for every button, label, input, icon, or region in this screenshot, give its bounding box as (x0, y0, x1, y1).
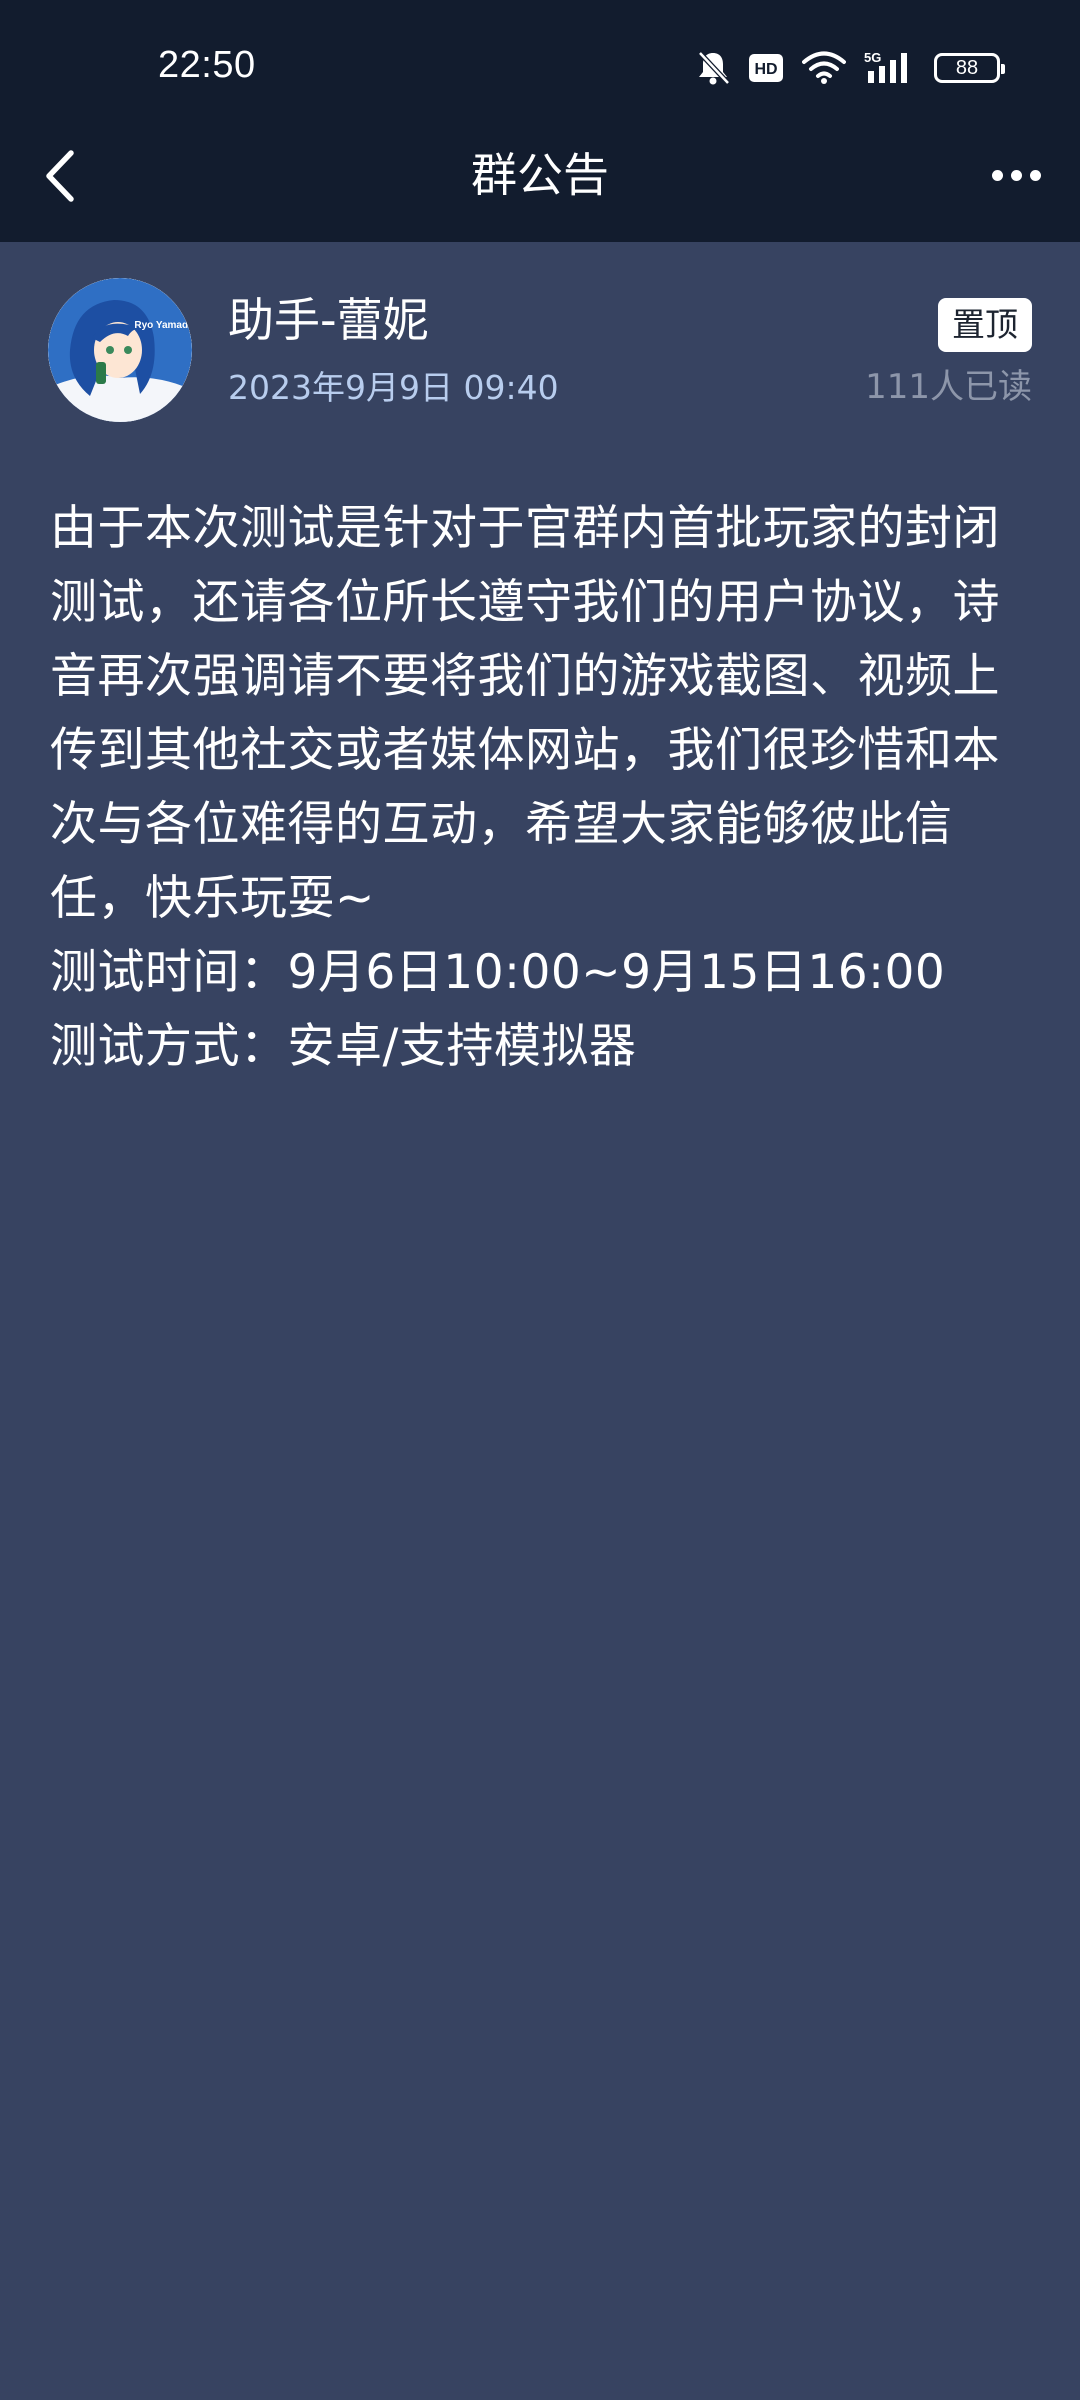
announcement-body: 由于本次测试是针对于官群内首批玩家的封闭测试，还请各位所长遵守我们的用户协议，诗… (50, 492, 1030, 1084)
bell-off-icon (698, 51, 730, 85)
status-icons: HD 5G 88 (696, 44, 1005, 92)
test-time-line: 测试时间：9月6日10:00~9月15日16:00 (50, 945, 946, 1000)
test-method-line: 测试方式：安卓/支持模拟器 (50, 1019, 637, 1074)
battery-level: 88 (955, 56, 979, 79)
signal-5g-icon: 5G (864, 50, 907, 83)
battery-icon: 88 (934, 53, 1005, 83)
status-time: 22:50 (158, 44, 256, 86)
pinned-badge: 置顶 (938, 298, 1032, 352)
post-date: 2023年9月9日 09:40 (228, 368, 559, 407)
read-count[interactable]: 111人已读 (865, 364, 1032, 410)
announcement-paragraph: 由于本次测试是针对于官群内首批玩家的封闭测试，还请各位所长遵守我们的用户协议，诗… (50, 501, 1000, 926)
author-name[interactable]: 助手-蕾妮 (228, 290, 429, 350)
network-label: 5G (864, 50, 881, 65)
top-bar: 22:50 HD 5G 88 群公告 (0, 0, 1080, 242)
page-title: 群公告 (471, 148, 609, 202)
avatar-image: Ryo Yamada (48, 278, 192, 422)
hd-label: HD (754, 61, 777, 78)
more-dot (1029, 169, 1041, 181)
avatar-caption: Ryo Yamada (134, 320, 192, 331)
more-button[interactable] (980, 140, 1052, 210)
avatar[interactable]: Ryo Yamada (48, 278, 192, 422)
more-dot (1010, 169, 1022, 181)
wifi-icon (802, 51, 846, 84)
hd-icon: HD (749, 54, 783, 82)
more-dot (991, 169, 1003, 181)
